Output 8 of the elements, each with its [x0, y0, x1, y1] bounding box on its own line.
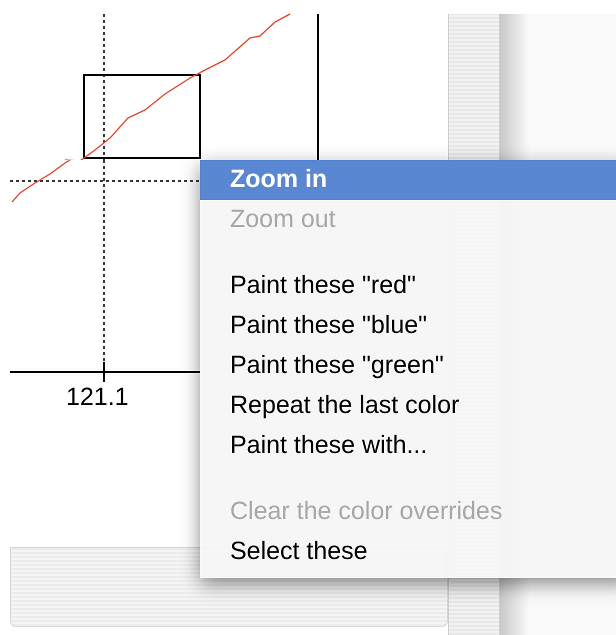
axis-tick-label: 121.1 — [66, 385, 129, 410]
menu-item[interactable]: Paint these "green" — [200, 346, 616, 386]
menu-item[interactable]: Zoom in — [200, 160, 616, 200]
menu-item[interactable]: Paint these "blue" — [200, 306, 616, 346]
menu-item[interactable]: Select these — [200, 532, 616, 572]
menu-item[interactable]: Repeat the last color — [200, 386, 616, 426]
menu-item[interactable]: Paint these "red" — [200, 266, 616, 306]
menu-item[interactable]: Paint these with... — [200, 426, 616, 466]
